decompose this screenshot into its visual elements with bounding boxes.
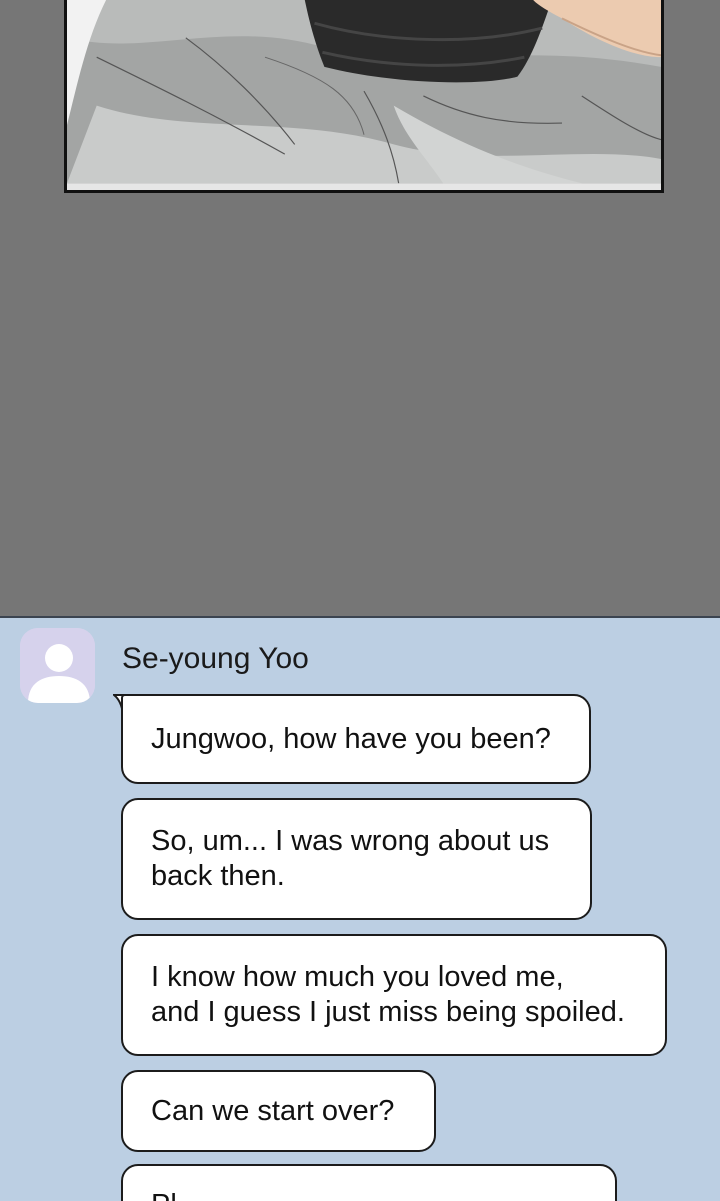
message-bubble[interactable]: So, um... I was wrong about us back then… (121, 798, 592, 920)
message-bubble[interactable]: Pl (121, 1164, 617, 1201)
message-bubble[interactable]: Can we start over? (121, 1070, 436, 1152)
default-user-avatar-icon (20, 628, 95, 703)
message-bubble[interactable]: I know how much you loved me, and I gues… (121, 934, 667, 1056)
comic-illustration (67, 0, 661, 190)
comic-panel (64, 0, 664, 193)
sender-name: Se-young Yoo (122, 642, 309, 675)
message-bubble[interactable]: Jungwoo, how have you been? (121, 694, 591, 784)
chat-screen: Se-young Yoo Jungwoo, how have you been?… (0, 616, 720, 1201)
sender-avatar[interactable] (20, 628, 95, 703)
